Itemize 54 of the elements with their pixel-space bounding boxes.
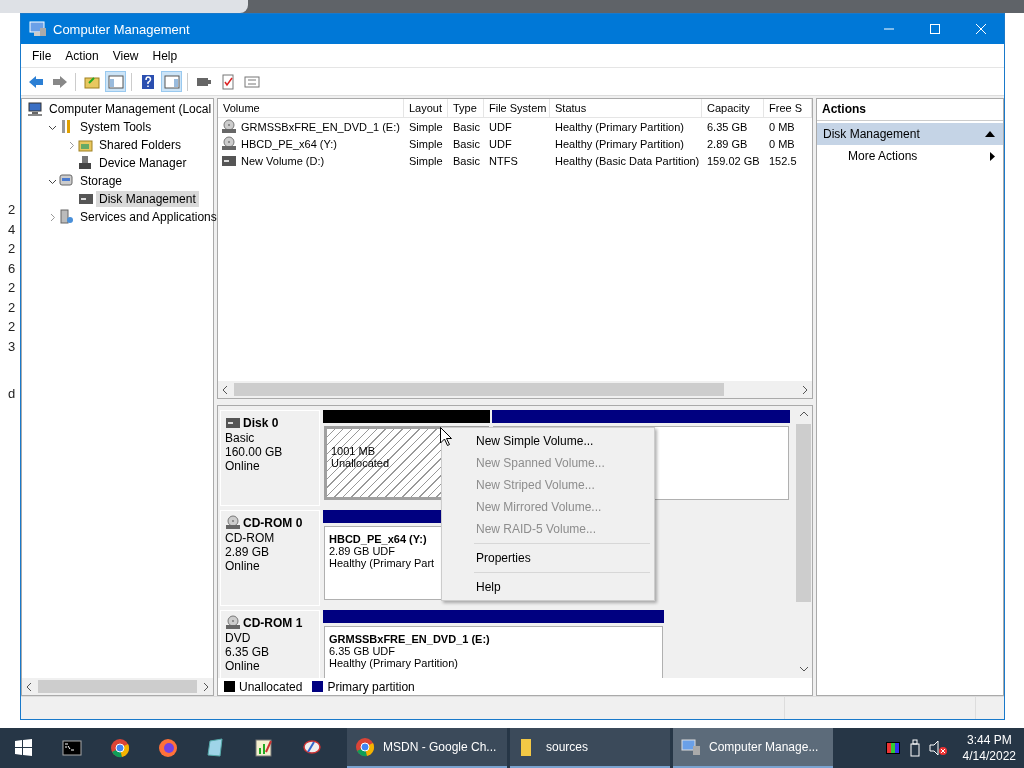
- partition-info: 1001 MB: [331, 445, 376, 457]
- disk-status: Online: [225, 659, 261, 673]
- disk-status: Online: [225, 459, 261, 473]
- text-fragment: 2: [7, 201, 17, 219]
- table-cell-text: HBCD_PE_x64 (Y:): [240, 137, 337, 150]
- table-cell-text: Basic: [452, 120, 481, 133]
- table-cell-text: UDF: [488, 120, 513, 133]
- partition-label: GRMSSBxFRE_EN_DVD_1 (E:): [329, 633, 490, 645]
- partition-info: Unallocated: [331, 457, 390, 469]
- text-fragment: 2: [7, 279, 17, 297]
- table-cell-text: Healthy (Basic Data Partition): [554, 154, 701, 167]
- partition-info: 6.35 GB UDF: [329, 645, 396, 657]
- text-fragment: d: [7, 385, 17, 403]
- table-cell-text: Simple: [408, 120, 444, 133]
- table-cell-text: UDF: [488, 137, 513, 150]
- table-cell-text: Healthy (Primary Partition): [554, 137, 685, 150]
- disk-name: CD-ROM 1: [243, 616, 303, 630]
- partition-info: Healthy (Primary Part: [329, 557, 435, 569]
- table-cell-text: Basic: [452, 154, 481, 167]
- text-fragment: 6: [7, 259, 17, 278]
- partition-info: 2.89 GB UDF: [329, 545, 396, 557]
- table-cell-text: 2.89 GB: [706, 137, 749, 150]
- table-cell-text: 6.35 GB: [706, 120, 749, 133]
- table-cell-text: Basic: [452, 137, 481, 150]
- actions-header: Actions: [817, 99, 1003, 121]
- table-cell-text: 152.5: [768, 154, 798, 167]
- window-title: Computer Management: [53, 21, 191, 37]
- partition-label: HBCD_PE_x64 (Y:): [329, 533, 427, 545]
- disk-name: Disk 0: [243, 416, 279, 430]
- text-fragment: 4: [7, 220, 17, 239]
- text-fragment: 2: [7, 240, 17, 258]
- table-cell-text: 159.02 GB: [706, 154, 761, 167]
- legend-label: Primary partition: [327, 679, 415, 694]
- disk-type: CD-ROM: [225, 531, 276, 545]
- text-fragment: 3: [7, 337, 17, 356]
- table-cell-text: Healthy (Primary Partition): [554, 120, 685, 133]
- table-cell-text: Simple: [408, 137, 444, 150]
- text-fragment: 2: [7, 298, 17, 317]
- table-cell-text: NTFS: [488, 154, 519, 167]
- disk-size: 160.00 GB: [225, 445, 284, 459]
- disk-name: CD-ROM 0: [243, 516, 303, 530]
- partition-info: Healthy (Primary Partition): [329, 657, 458, 669]
- text-fragment: 2: [7, 318, 17, 336]
- disk-type: Basic: [225, 431, 256, 445]
- table-cell-text: GRMSSBxFRE_EN_DVD_1 (E:): [240, 120, 400, 133]
- disk-size: 2.89 GB: [225, 545, 271, 559]
- disk-type: DVD: [225, 631, 252, 645]
- table-cell-text: Simple: [408, 154, 444, 167]
- table-cell-text: 0 MB: [768, 120, 796, 133]
- legend-label: Unallocated: [239, 679, 303, 694]
- disk-status: Online: [225, 559, 261, 573]
- disk-size: 6.35 GB: [225, 645, 271, 659]
- table-cell-text: 0 MB: [768, 137, 796, 150]
- table-cell-text: New Volume (D:): [240, 154, 325, 167]
